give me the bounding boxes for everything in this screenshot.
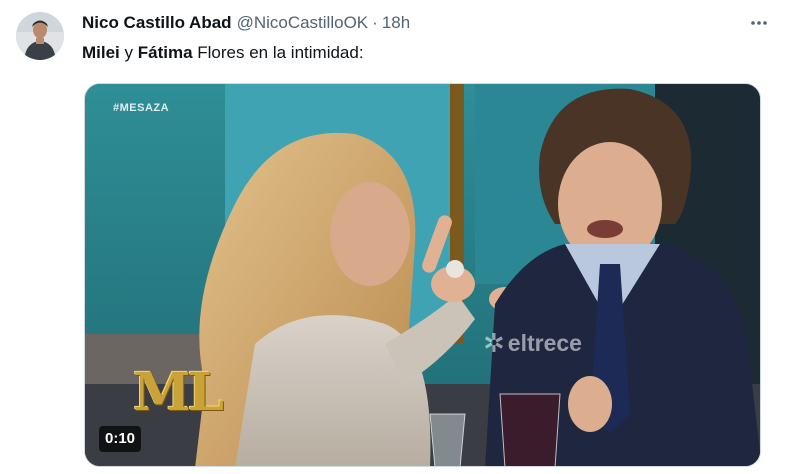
tweet-text-part-2: y (119, 43, 138, 62)
more-horizontal-icon (751, 21, 767, 25)
channel-watermark: ✲ eltrece (483, 328, 582, 359)
watermark-text: eltrece (507, 330, 582, 356)
tweet-text-part-4: Flores en la intimidad: (192, 43, 364, 62)
tweet-text: Milei y Fátima Flores en la intimidad: (82, 42, 364, 64)
avatar-image (16, 12, 64, 60)
tweet-card[interactable]: Nico Castillo Abad @NicoCastilloOK · 18h… (0, 0, 790, 474)
eltrece-logo-icon: ✲ (483, 328, 505, 358)
display-name[interactable]: Nico Castillo Abad (82, 12, 232, 34)
channel-hashtag-overlay: #MESAZA (113, 102, 170, 114)
tweet-text-bold-1: Milei (82, 43, 120, 62)
video-player[interactable]: #MESAZA ✲ eltrece ML 0:10 (84, 83, 761, 467)
avatar[interactable] (16, 12, 64, 60)
show-logo: ML (133, 362, 224, 423)
video-duration-badge: 0:10 (99, 426, 142, 452)
separator-dot: · (372, 13, 378, 32)
tweet-header: Nico Castillo Abad @NicoCastilloOK · 18h (82, 12, 702, 34)
timestamp[interactable]: 18h (382, 12, 410, 34)
user-handle[interactable]: @NicoCastilloOK (237, 12, 369, 34)
tweet-text-bold-2: Fátima (137, 43, 193, 62)
more-options-button[interactable] (748, 12, 770, 34)
